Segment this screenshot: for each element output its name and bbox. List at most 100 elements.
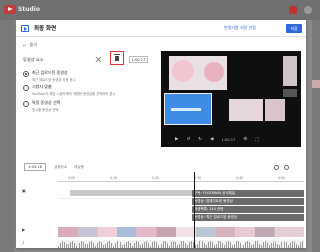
video-preview[interactable]: ▶ ↺ ↻ ◀ 1:00.17 ⚙ ⛶ (161, 51, 301, 147)
zoom-in-icon[interactable] (284, 165, 289, 170)
option-recent-upload[interactable]: 최근 업로드된 동영상 최근 업로드된 동영상 자동 표시 (23, 70, 76, 82)
radio-recent-upload[interactable] (23, 71, 29, 77)
timeline-segment[interactable]: 구독: FOODMAN 공식채널 (192, 190, 304, 197)
trash-icon (114, 54, 120, 61)
account-avatar[interactable] (304, 6, 312, 14)
waveform-bar (64, 241, 66, 248)
element-field-label: 동영상 요소 (23, 57, 44, 62)
waveform-bar (82, 241, 84, 248)
settings-gear-icon[interactable]: ⚙ (243, 137, 247, 142)
radio-specific-video[interactable] (23, 101, 29, 107)
studio-logo-text: Studio (18, 6, 40, 13)
waveform-bar (90, 241, 92, 248)
forward-icon[interactable]: ↻ (198, 137, 202, 142)
preview-avatar (204, 62, 224, 82)
fullscreen-icon[interactable]: ⛶ (255, 137, 258, 143)
radio-best-for-viewer[interactable] (23, 85, 29, 91)
waveform-bar (99, 241, 100, 248)
ruler-tick: 0:20 (152, 176, 160, 180)
waveform-bar (84, 244, 86, 248)
waveform-bar (66, 244, 68, 248)
waveform-bar (197, 243, 199, 248)
save-button[interactable]: 저장 (286, 24, 302, 33)
ruler-tick: 0:10 (110, 176, 118, 180)
waveform-bar (135, 241, 137, 248)
start-time-input[interactable]: 1:00.17 (129, 56, 148, 63)
waveform-bar (168, 245, 170, 248)
waveform-bar (199, 241, 201, 248)
waveform-bar (156, 241, 158, 248)
waveform-bar (201, 241, 203, 248)
option-subtitle: 최근 업로드된 동영상 자동 표시 (32, 78, 76, 82)
studio-right-panel (312, 20, 320, 252)
waveform-bar (146, 241, 148, 248)
preview-video-element[interactable] (164, 93, 212, 125)
waveform-bar (211, 242, 213, 248)
timeline-segment[interactable]: 재생목록: 144 컨텐 (192, 206, 304, 213)
waveform-bar (158, 244, 160, 248)
timeline-ruler: 0:00 0:10 0:20 0:30 0:40 0:50 (58, 176, 304, 182)
zoom-out-icon[interactable] (274, 165, 279, 170)
waveform-bar (250, 245, 252, 248)
back-arrow-icon: ← (23, 42, 27, 48)
waveform-bar (178, 243, 180, 248)
option-title: 최근 업로드된 동영상 (32, 70, 68, 75)
studio-sidebar (0, 20, 14, 252)
preview-subscribe-element[interactable] (169, 56, 227, 90)
delete-element-button[interactable] (110, 51, 124, 65)
ruler-tick: 0:50 (278, 176, 286, 180)
redo-button[interactable]: 재실행 (74, 165, 84, 170)
waveform-bar (101, 241, 103, 248)
timeline-segment[interactable]: 동영상: 업데이트한 동영상 (192, 198, 304, 205)
preview-thumbnail[interactable] (265, 99, 285, 121)
play-icon[interactable]: ▶ (175, 137, 178, 142)
waveform-bar (248, 242, 250, 248)
option-best-for-viewer[interactable]: 시청자 맞춤 YouTube가 해당 시청자에게 적합한 동영상을 선택하여 표… (23, 84, 115, 96)
waveform-bar (215, 243, 217, 248)
header-icons (289, 6, 312, 14)
end-screen-dialog: 최종 화면 변경사항 저장 안함 저장 ← 돌아 동영상 요소 1:00.17 … (16, 20, 306, 248)
replay-icon[interactable]: ↺ (186, 137, 190, 142)
waveform-bar (238, 241, 240, 248)
waveform-bar (94, 245, 96, 248)
waveform-bar (183, 241, 185, 248)
zoom-controls (274, 165, 289, 170)
timeline-playhead[interactable] (194, 172, 195, 248)
timeline-segment[interactable]: 동영상: 최근 업로드된 동영상 (192, 214, 304, 221)
end-screen-icon (21, 25, 29, 32)
volume-icon[interactable]: ◀ (210, 137, 213, 142)
waveform-bar (174, 241, 176, 248)
close-icon[interactable] (96, 57, 101, 62)
waveform-bar (228, 241, 230, 248)
waveform-bar (96, 242, 98, 248)
waveform-bar (72, 241, 74, 248)
option-title: 특정 동영상 선택 (32, 100, 61, 105)
waveform-bar (92, 242, 94, 248)
option-specific-video[interactable]: 특정 동영상 선택 표시할 동영상 선택 (23, 100, 60, 112)
side-thumbnail (312, 80, 320, 88)
waveform-bar (219, 241, 221, 248)
waveform-bar (252, 243, 254, 248)
timeline-current-time[interactable]: 1:03.16 (24, 163, 46, 171)
create-video-icon[interactable] (289, 6, 297, 14)
waveform-bar (166, 243, 168, 248)
waveform-bar (209, 241, 211, 248)
waveform-bar (109, 241, 111, 248)
waveform-bar (217, 241, 219, 248)
waveform-bar (117, 241, 119, 248)
end-screen-track-icon: ▣ (22, 188, 26, 193)
preview-side-image (283, 89, 297, 97)
waveform-bar (289, 243, 291, 248)
preview-thumbnail[interactable] (229, 99, 263, 121)
waveform-bar (203, 243, 205, 248)
waveform-bar (160, 243, 162, 248)
waveform-bar (297, 244, 299, 248)
discard-changes-link[interactable]: 변경사항 저장 안함 (224, 25, 256, 31)
waveform-bar (154, 241, 156, 248)
waveform-bar (181, 241, 182, 248)
waveform-bar (271, 243, 273, 248)
back-link[interactable]: ← 돌아 (23, 42, 37, 48)
undo-button[interactable]: 실행취소 (54, 165, 67, 170)
waveform-bar (172, 241, 174, 248)
waveform-bar (258, 243, 260, 248)
